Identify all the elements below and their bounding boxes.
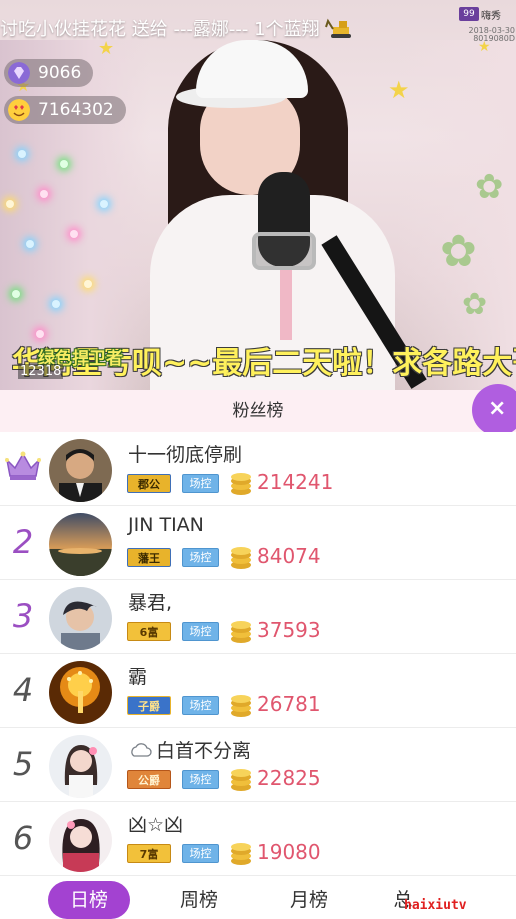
- gem-icon: [8, 62, 30, 84]
- role-badge: 场控: [182, 474, 219, 493]
- fan-name: 凶☆凶: [128, 814, 184, 836]
- title-badge: 公爵: [127, 770, 171, 789]
- star-decoration: ★: [98, 38, 115, 59]
- avatar[interactable]: [49, 809, 112, 872]
- tab-weekly[interactable]: 周榜: [158, 881, 240, 919]
- fairy-light: [100, 200, 108, 208]
- star-decoration: ★: [388, 76, 410, 104]
- plant-decoration: ✿: [440, 226, 477, 277]
- coin-stack-icon: [231, 843, 251, 865]
- fairy-light: [18, 150, 26, 158]
- platform-name: 嗨秀: [481, 11, 501, 22]
- fan-name: 十一彻底停刷: [128, 444, 243, 466]
- guard-badge: 绿色捍卫者 12318: [12, 344, 130, 384]
- fairy-light: [36, 330, 44, 338]
- close-button[interactable]: ×: [472, 384, 516, 436]
- coin-stack-icon: [231, 621, 251, 643]
- fan-row[interactable]: 6 凶☆凶 7富 场控 19080: [0, 802, 516, 876]
- fairy-light: [52, 300, 60, 308]
- fan-leaderboard-panel: 粉丝榜 × 十一彻底停刷 郡公 场控 214241 2 JIN TIAN 藩王 …: [0, 384, 516, 919]
- title-badge: 郡公: [127, 474, 171, 493]
- tab-monthly[interactable]: 月榜: [268, 881, 350, 919]
- fan-score: 22825: [257, 766, 321, 790]
- fan-score: 214241: [257, 470, 334, 494]
- coin-stack-icon: [231, 769, 251, 791]
- coin-stack-icon: [231, 695, 251, 717]
- excavator-icon: [325, 18, 352, 38]
- rank-number: 5: [12, 745, 34, 783]
- logo-mark-icon: 99: [459, 7, 479, 21]
- fan-row[interactable]: 4 霸 子爵 场控 26781: [0, 654, 516, 728]
- fan-name-text: 白首不分离: [156, 740, 252, 762]
- guard-badge-number: 12318: [18, 364, 64, 379]
- stream-id-text: 8019080D: [473, 34, 515, 43]
- rank-number: 4: [12, 671, 34, 709]
- coin-stack-icon: [231, 547, 251, 569]
- role-badge: 场控: [182, 770, 219, 789]
- live-video[interactable]: ★ ★ ★ ★ ✿ ✿ ✿ 讨吃小伙挂花花 送给 ---露娜--- 1个蓝翔 9…: [0, 0, 516, 390]
- cloud-icon: [131, 743, 152, 757]
- fan-row[interactable]: 3 暴君, 6富 场控 37593: [0, 580, 516, 654]
- crown-icon: [5, 451, 41, 480]
- mic-stand: [280, 265, 292, 340]
- fan-score: 84074: [257, 544, 321, 568]
- rank-number: 2: [12, 523, 34, 561]
- gift-message-text: 讨吃小伙挂花花 送给 ---露娜--- 1个蓝翔: [0, 19, 320, 40]
- fan-row[interactable]: 5 白首不分离 公爵 场控 22825: [0, 728, 516, 802]
- panel-header: 粉丝榜: [0, 390, 516, 432]
- curtain-right: [396, 40, 516, 390]
- fairy-light: [70, 230, 78, 238]
- gem-count-pill[interactable]: 9066: [4, 59, 94, 87]
- fan-row[interactable]: 十一彻底停刷 郡公 场控 214241: [0, 432, 516, 506]
- fan-score: 26781: [257, 692, 321, 716]
- fan-name: JIN TIAN: [128, 514, 204, 536]
- title-badge: 藩王: [127, 548, 171, 567]
- title-badge: 6富: [127, 622, 171, 641]
- avatar[interactable]: [49, 735, 112, 798]
- fan-name: 霸: [128, 666, 148, 688]
- fairy-light: [6, 200, 14, 208]
- close-icon: ×: [488, 396, 507, 421]
- tab-daily[interactable]: 日榜: [48, 881, 130, 919]
- fairy-light: [60, 160, 68, 168]
- coin-stack-icon: [231, 473, 251, 495]
- avatar[interactable]: [49, 513, 112, 576]
- fairy-light: [84, 280, 92, 288]
- platform-logo: 99 嗨秀 2018-03-30 8019080D: [457, 5, 516, 43]
- role-badge: 场控: [182, 696, 219, 715]
- fairy-light: [40, 190, 48, 198]
- panel-title: 粉丝榜: [232, 401, 284, 421]
- fan-count: 7164302: [38, 100, 114, 120]
- fairy-light: [26, 240, 34, 248]
- title-badge: 子爵: [127, 696, 171, 715]
- avatar[interactable]: [49, 439, 112, 502]
- gem-count: 9066: [38, 63, 82, 83]
- avatar[interactable]: [49, 661, 112, 724]
- avatar[interactable]: [49, 587, 112, 650]
- fairy-light: [12, 290, 20, 298]
- gift-message: 讨吃小伙挂花花 送给 ---露娜--- 1个蓝翔: [0, 15, 357, 41]
- mic-shock-mount: [252, 232, 316, 270]
- watermark: haixiutv: [404, 898, 467, 913]
- stream-date: 2018-03-30 8019080D: [457, 27, 516, 43]
- role-badge: 场控: [182, 622, 219, 641]
- role-badge: 场控: [182, 548, 219, 567]
- fan-row[interactable]: 2 JIN TIAN 藩王 场控 84074: [0, 506, 516, 580]
- role-badge: 场控: [182, 844, 219, 863]
- title-badge: 7富: [127, 844, 171, 863]
- rank-number: 6: [12, 819, 34, 857]
- rank-number: 3: [12, 597, 34, 635]
- fan-score: 19080: [257, 840, 321, 864]
- fan-name: 白首不分离: [128, 736, 251, 763]
- plant-decoration: ✿: [462, 287, 488, 322]
- fan-score: 37593: [257, 618, 321, 642]
- fan-count-pill[interactable]: 7164302: [4, 96, 126, 124]
- heart-eyes-icon: [8, 99, 30, 121]
- plant-decoration: ✿: [475, 167, 504, 207]
- fan-name: 暴君,: [128, 592, 173, 614]
